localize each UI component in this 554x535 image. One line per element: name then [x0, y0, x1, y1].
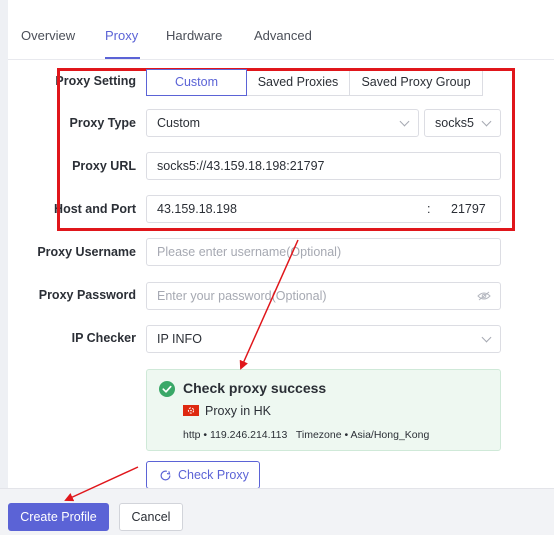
proxy-type-label: Proxy Type: [69, 116, 136, 130]
chevron-down-icon: [481, 332, 492, 343]
proxy-type-select[interactable]: Custom: [146, 109, 419, 137]
proxy-password-input[interactable]: Enter your password(Optional): [146, 282, 501, 310]
segment-custom[interactable]: Custom: [146, 69, 247, 96]
proxy-url-input[interactable]: socks5://43.159.18.198:21797: [146, 152, 501, 180]
check-result-panel: Check proxy success Proxy in HK http • 1…: [146, 369, 501, 451]
active-tab-indicator: [105, 57, 140, 59]
check-proxy-button[interactable]: Check Proxy: [146, 461, 260, 489]
segment-saved-proxies[interactable]: Saved Proxies: [246, 69, 350, 96]
proxy-username-input[interactable]: Please enter username(Optional): [146, 238, 501, 266]
check-circle-icon: [159, 381, 175, 397]
ip-checker-value: IP INFO: [157, 332, 202, 346]
chevron-down-icon: [481, 116, 492, 127]
proxy-location: Proxy in HK: [205, 404, 271, 418]
ip-checker-select[interactable]: IP INFO: [146, 325, 501, 353]
check-proxy-label: Check Proxy: [178, 468, 249, 482]
chevron-down-icon: [399, 116, 410, 127]
refresh-icon: [160, 470, 171, 481]
proxy-setting-label: Proxy Setting: [55, 74, 136, 88]
protocol-select[interactable]: socks5: [424, 109, 501, 137]
create-profile-button[interactable]: Create Profile: [8, 503, 109, 531]
tab-proxy[interactable]: Proxy: [105, 28, 138, 43]
tab-hardware[interactable]: Hardware: [166, 28, 222, 43]
proxy-details: http • 119.246.214.113 Timezone • Asia/H…: [183, 429, 430, 441]
protocol-value: socks5: [435, 116, 474, 130]
host-port-label: Host and Port: [54, 202, 136, 216]
port-input[interactable]: 21797: [451, 196, 486, 222]
hong-kong-flag-icon: [183, 405, 199, 416]
check-result-title: Check proxy success: [183, 380, 327, 396]
segment-saved-proxy-group[interactable]: Saved Proxy Group: [349, 69, 483, 96]
proxy-type-value: Custom: [157, 116, 201, 130]
host-port-field: 43.159.18.198 : 21797: [146, 195, 501, 223]
host-input[interactable]: 43.159.18.198: [157, 202, 237, 216]
proxy-password-label: Proxy Password: [38, 288, 136, 302]
proxy-url-label: Proxy URL: [72, 159, 136, 173]
tab-overview[interactable]: Overview: [21, 28, 75, 43]
proxy-username-label: Proxy Username: [37, 245, 136, 259]
tab-advanced[interactable]: Advanced: [254, 28, 312, 43]
tab-bar: Overview Proxy Hardware Advanced: [8, 0, 554, 60]
proxy-password-placeholder: Enter your password(Optional): [157, 289, 327, 303]
host-port-separator: :: [427, 202, 431, 216]
ip-checker-label: IP Checker: [71, 331, 136, 345]
eye-off-icon[interactable]: [477, 291, 491, 301]
cancel-button[interactable]: Cancel: [119, 503, 183, 531]
